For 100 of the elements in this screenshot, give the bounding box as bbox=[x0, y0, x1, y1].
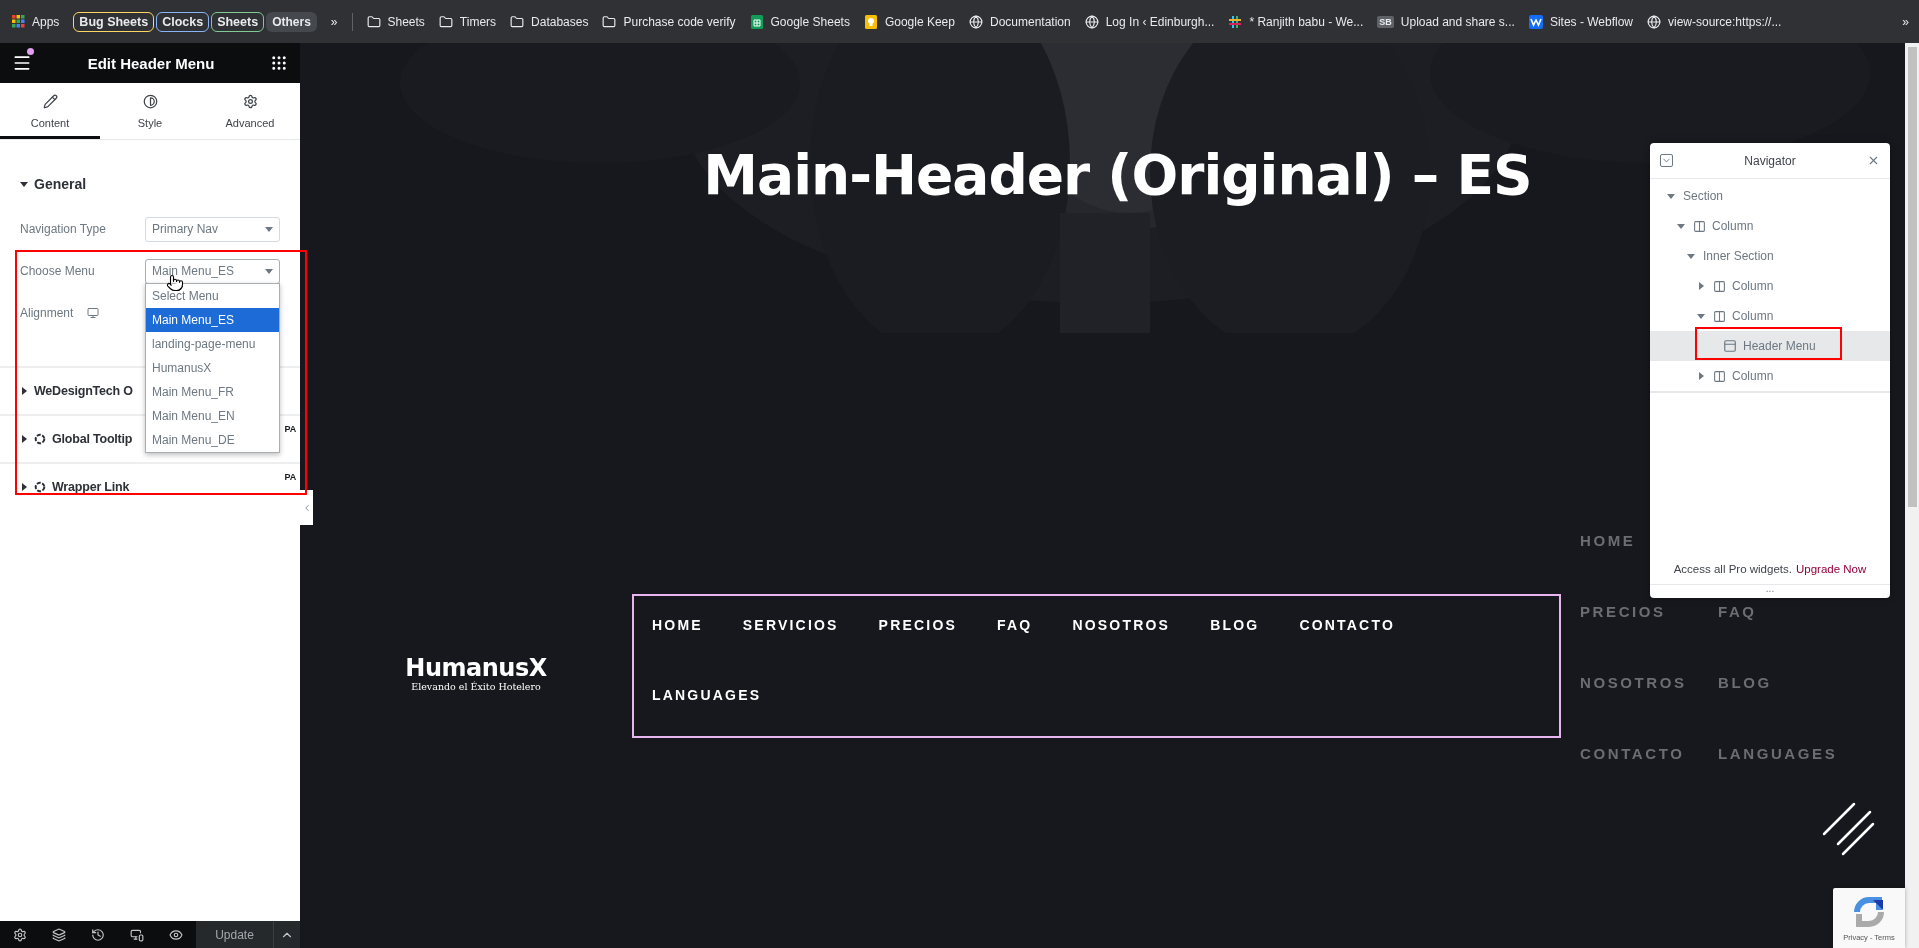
caret-down-icon bbox=[1687, 252, 1695, 260]
folder-icon bbox=[366, 14, 381, 29]
panel-tab[interactable]: Style bbox=[100, 83, 200, 139]
columns-icon bbox=[1713, 369, 1726, 383]
dropdown-option[interactable]: Main Menu_FR bbox=[146, 380, 279, 404]
tree-item[interactable]: Inner Section bbox=[1650, 241, 1890, 271]
overflow-button[interactable]: » bbox=[330, 14, 338, 29]
bookmark[interactable]: Sheets bbox=[366, 14, 425, 29]
bookmark[interactable]: view-source:https://... bbox=[1647, 14, 1782, 29]
bookmark[interactable]: Timers bbox=[438, 14, 497, 29]
caret-down-icon bbox=[20, 180, 28, 188]
bookmark-group[interactable]: Bug Sheets bbox=[73, 11, 155, 32]
stripes-icon bbox=[1822, 802, 1876, 856]
eye-icon[interactable] bbox=[168, 927, 183, 942]
promo-text: Access all Pro widgets. bbox=[1673, 563, 1792, 575]
close-icon[interactable] bbox=[1867, 154, 1880, 167]
bookmark[interactable]: SB Upload and share s... bbox=[1377, 14, 1515, 29]
globe-icon bbox=[1084, 14, 1099, 29]
bookmark[interactable]: * Ranjith babu - We... bbox=[1228, 14, 1364, 29]
control-label: Alignment bbox=[20, 306, 145, 320]
dropdown-option[interactable]: Main Menu_EN bbox=[146, 404, 279, 428]
caret-down-icon bbox=[1697, 312, 1705, 320]
bookmark[interactable]: Documentation bbox=[968, 14, 1071, 29]
circular-arrows-icon bbox=[1851, 894, 1887, 930]
bookmark[interactable]: Google Sheets bbox=[749, 14, 850, 29]
site-badge: SB bbox=[1377, 15, 1394, 28]
pro-label: PA bbox=[284, 472, 296, 482]
tree-label: Inner Section bbox=[1703, 249, 1774, 263]
caret-right-icon bbox=[1697, 372, 1705, 380]
zigzag-icon bbox=[1528, 14, 1543, 29]
tree-label: Header Menu bbox=[1743, 339, 1816, 353]
tree-item[interactable]: Section bbox=[1650, 181, 1890, 211]
dropdown-option[interactable]: Main Menu_DE bbox=[146, 428, 279, 452]
menu-link[interactable]: SERVICIOS bbox=[742, 614, 839, 636]
control-label: Choose Menu bbox=[20, 264, 96, 278]
apps-grid-icon[interactable] bbox=[270, 54, 288, 72]
responsive-icon[interactable] bbox=[129, 927, 144, 942]
bookmark[interactable]: Apps bbox=[12, 14, 60, 29]
bookmark[interactable]: Log In ‹ Edinburgh... bbox=[1084, 14, 1215, 29]
upgrade-link[interactable]: Upgrade Now bbox=[1795, 563, 1867, 575]
bookmark[interactable]: Sites - Webflow bbox=[1528, 14, 1633, 29]
panel-title: Edit Header Menu bbox=[87, 54, 215, 72]
caret-down-icon bbox=[1667, 192, 1675, 200]
tree-label: Column bbox=[1732, 369, 1774, 383]
overflow-button[interactable]: » bbox=[1902, 14, 1909, 29]
menu-link[interactable]: NOSOTROS bbox=[1072, 614, 1171, 636]
menu-link[interactable]: CONTACTO bbox=[1299, 614, 1396, 636]
menu-link[interactable]: HOME bbox=[652, 614, 703, 636]
scrollbar-thumb[interactable] bbox=[1907, 47, 1917, 507]
panel-tab[interactable]: Content bbox=[0, 83, 100, 139]
globe-icon bbox=[968, 14, 983, 29]
hash-icon bbox=[1228, 14, 1243, 29]
section-header[interactable]: General bbox=[0, 160, 300, 208]
columns-icon bbox=[1713, 309, 1726, 323]
resize-handle[interactable]: ... bbox=[1650, 584, 1890, 598]
settings-icon[interactable] bbox=[12, 927, 27, 942]
folder-icon bbox=[438, 14, 453, 29]
update-button[interactable]: Update bbox=[196, 921, 273, 948]
dropdown-option[interactable]: HumanusX bbox=[146, 356, 279, 380]
panel-tab[interactable]: Advanced bbox=[200, 83, 300, 139]
menu-link[interactable]: LANGUAGES bbox=[652, 684, 762, 706]
bulb-icon bbox=[863, 14, 878, 29]
tree-item[interactable]: Column bbox=[1650, 301, 1890, 331]
tree-item[interactable]: Column bbox=[1650, 361, 1890, 391]
dropdown-option[interactable]: landing-page-menu bbox=[146, 332, 279, 356]
menu-link[interactable]: FAQ bbox=[997, 614, 1033, 636]
select-field[interactable]: Primary Nav bbox=[145, 216, 280, 242]
dropdown-option[interactable]: Main Menu_ES bbox=[146, 308, 279, 332]
menu-link[interactable]: BLOG bbox=[1210, 614, 1260, 636]
folder-icon bbox=[510, 14, 525, 29]
columns-icon bbox=[1693, 219, 1706, 233]
contrast-icon bbox=[142, 93, 158, 109]
globe-icon bbox=[1647, 14, 1661, 29]
tree-item[interactable]: Header Menu bbox=[1650, 331, 1890, 361]
columns-icon bbox=[1713, 279, 1726, 293]
pro-label: PA bbox=[284, 424, 296, 434]
logo[interactable]: HumanusX Elevando el Éxito Hotelero bbox=[405, 655, 547, 692]
menu-icon[interactable] bbox=[12, 53, 32, 73]
bookmark[interactable]: Google Keep bbox=[863, 14, 955, 29]
tree-item[interactable]: Column bbox=[1650, 211, 1890, 241]
spreadsheet-icon bbox=[749, 14, 764, 29]
bookmark-group[interactable]: Sheets bbox=[211, 11, 265, 32]
collapse-panel-button[interactable] bbox=[300, 490, 313, 525]
bookmark[interactable]: Databases bbox=[510, 14, 589, 29]
menu-link[interactable]: PRECIOS bbox=[878, 614, 958, 636]
collapse-icon[interactable] bbox=[1660, 154, 1673, 167]
bookmark[interactable]: Purchase code verify bbox=[602, 14, 736, 29]
settings-icon bbox=[242, 93, 258, 109]
caret-right-icon bbox=[20, 435, 28, 443]
pencil-icon bbox=[42, 93, 58, 109]
layers-icon[interactable] bbox=[51, 927, 66, 942]
bookmark-group[interactable]: Clocks bbox=[156, 11, 210, 32]
history-icon[interactable] bbox=[90, 927, 105, 942]
navigator-title: Navigator bbox=[1744, 153, 1796, 168]
tree-item[interactable]: Column bbox=[1650, 271, 1890, 301]
monitor-icon[interactable] bbox=[87, 307, 100, 319]
dropdown-option[interactable]: Select Menu bbox=[146, 284, 279, 308]
caret-right-icon bbox=[1697, 282, 1705, 290]
caret-down-icon bbox=[1677, 222, 1685, 230]
bookmark-group[interactable]: Others bbox=[266, 11, 317, 32]
